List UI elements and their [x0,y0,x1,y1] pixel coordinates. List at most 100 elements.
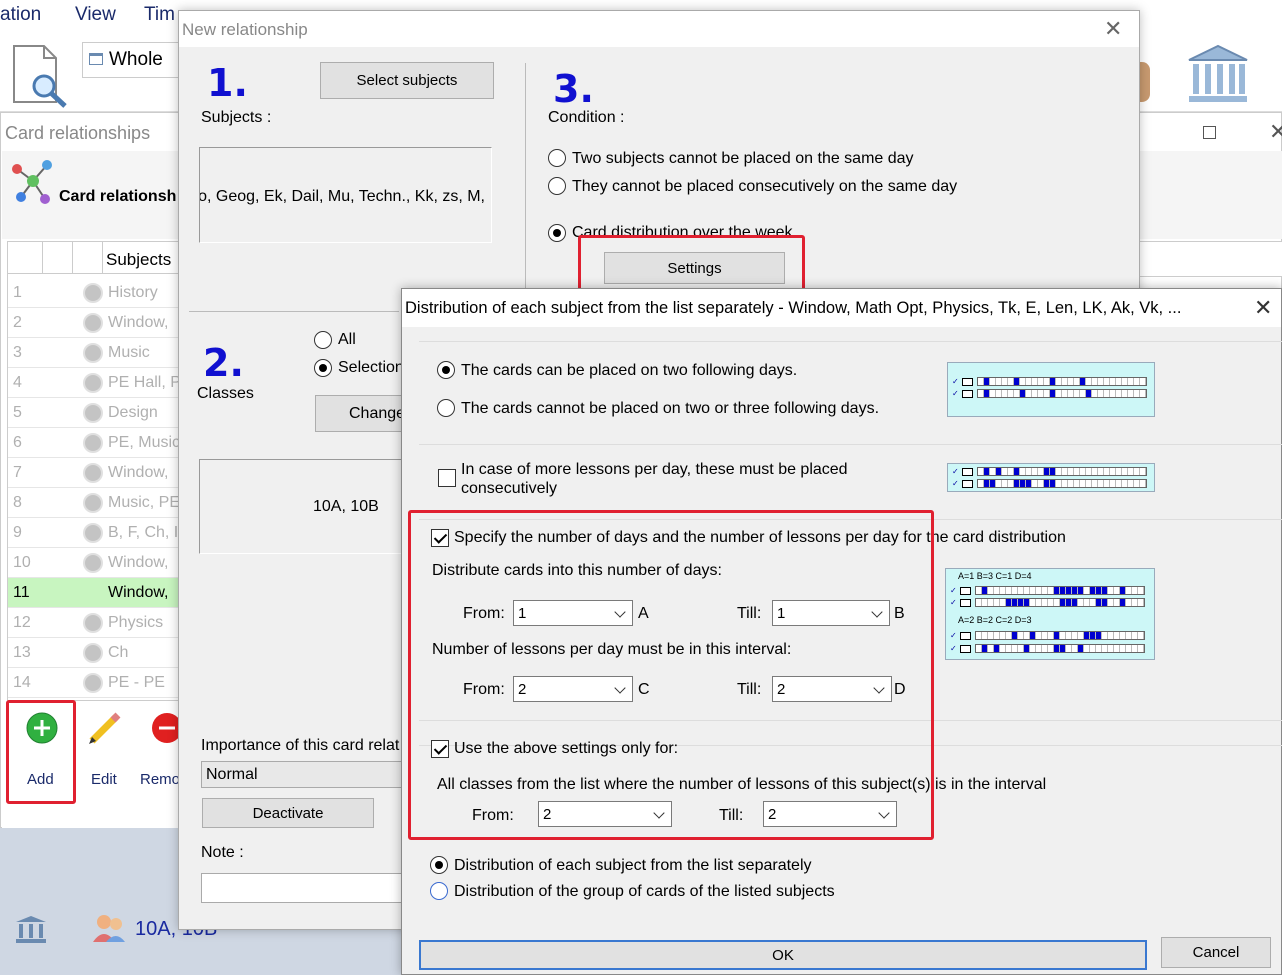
classes-from-value: 2 [543,805,552,823]
days-from-label: From: [463,605,505,622]
preview-consecutive: ✓ ✓ [947,463,1155,492]
row-subjects: PE, Music [108,434,179,451]
table-row[interactable]: 10 Window, [8,548,178,578]
row-subjects: Music [108,344,150,361]
close-icon[interactable]: ✕ [1269,119,1282,145]
preview-two-days: ✓ ✓ [947,362,1155,417]
step-2-number: 2. [203,341,244,385]
condition-same-day-radio[interactable] [548,149,566,167]
lessons-from-value: 2 [518,680,527,698]
cancel-button[interactable]: Cancel [1161,937,1271,968]
note-label: Note : [201,844,244,861]
menu-item-view[interactable]: View [75,4,116,26]
table-header: Subjects [8,242,178,274]
building-icon[interactable] [1185,42,1251,104]
classes-selection-radio[interactable] [314,359,332,377]
not-two-three-radio[interactable] [437,399,455,417]
lessons-from-select[interactable]: 2 [513,676,633,702]
menu-item[interactable]: ation [0,4,41,26]
inactive-icon [83,403,103,423]
dialog-title: New relationship [182,20,308,39]
days-from-select[interactable]: 1 [513,600,633,626]
deactivate-button[interactable]: Deactivate [202,798,374,828]
inactive-icon [83,553,103,573]
step-3-number: 3. [553,67,594,111]
condition-consecutive-radio[interactable] [548,177,566,195]
note-input[interactable] [201,873,411,903]
condition-consecutive-label: They cannot be placed consecutively on t… [572,178,958,195]
table-row[interactable]: 8 Music, PE [8,488,178,518]
table-row[interactable]: 7 Window, [8,458,178,488]
maximize-icon[interactable] [1203,126,1216,139]
importance-select[interactable]: Normal [201,761,411,788]
add-icon [26,712,58,744]
window-title: Card relationships [5,123,151,143]
condition-same-day-label: Two subjects cannot be placed on the sam… [572,150,914,167]
settings-button[interactable]: Settings [604,252,785,284]
condition-distribution-radio[interactable] [548,224,566,242]
preview-row: ✓ [950,586,1145,595]
row-number: 13 [13,644,31,661]
preview-row: ✓ [950,631,1145,640]
row-number: 3 [13,344,22,361]
not-two-three-label: The cards cannot be placed on two or thr… [461,400,880,417]
close-icon[interactable]: ✕ [1104,16,1122,42]
remove-button[interactable]: Remo [140,771,180,788]
two-days-label: The cards can be placed on two following… [461,362,798,379]
specify-checkbox[interactable] [431,529,449,547]
classes-till-select[interactable]: 2 [763,801,897,827]
table-row[interactable]: 12 Physics [8,608,178,638]
distribution-titlebar: Distribution of each subject from the li… [402,289,1281,327]
pencil-icon [89,712,121,744]
importance-label: Importance of this card relat [201,737,400,754]
dialog-titlebar: New relationship ✕ [179,11,1139,47]
edit-button[interactable]: Edit [91,771,117,788]
consecutive-checkbox[interactable] [438,469,456,487]
row-subjects: Window, [108,584,169,601]
add-button[interactable]: Add [27,771,54,788]
close-icon[interactable]: ✕ [1254,295,1272,321]
classes-label: Classes [197,385,254,402]
column-header-subjects[interactable]: Subjects [106,250,171,270]
table-row[interactable]: 14 PE - PE [8,668,178,698]
classes-from-select[interactable]: 2 [538,801,672,827]
inactive-icon [83,343,103,363]
subjects-value: o, Geog, Ek, Dail, Mu, Techn., Kk, zs, M… [199,188,485,205]
menu-item-timetable[interactable]: Tim [144,4,175,26]
table-row[interactable]: 13 Ch [8,638,178,668]
dist-separately-radio[interactable] [430,856,448,874]
inactive-icon [83,493,103,513]
table-row[interactable]: 4 PE Hall, P [8,368,178,398]
days-till-select[interactable]: 1 [772,600,890,626]
preview-row: ✓ [952,467,1147,476]
table-row[interactable]: 5 Design [8,398,178,428]
row-number: 4 [13,374,22,391]
lessons-till-value: 2 [777,680,786,698]
two-days-radio[interactable] [437,361,455,379]
ok-button[interactable]: OK [419,940,1147,970]
preview-row: ✓ [952,479,1147,488]
classes-all-label: All [338,331,356,348]
row-subjects: Window, [108,554,169,571]
days-from-value: 1 [518,604,527,622]
inactive-icon [83,673,103,693]
view-selector[interactable]: Whole [82,42,182,78]
table-row[interactable]: 3 Music [8,338,178,368]
dist-group-radio[interactable] [430,882,448,900]
select-subjects-button[interactable]: Select subjects [320,62,494,99]
table-row[interactable]: 6 PE, Music [8,428,179,458]
use-only-checkbox[interactable] [431,740,449,758]
days-till-value: 1 [777,604,786,622]
search-document-icon[interactable] [10,44,72,108]
table-row[interactable]: 9 B, F, Ch, I [8,518,178,548]
letter-a: A [638,605,649,622]
table-row[interactable]: 11 Window, [8,578,178,608]
table-row[interactable]: 2 Window, [8,308,178,338]
classes-all-radio[interactable] [314,331,332,349]
divider-vertical [525,63,526,303]
lessons-till-select[interactable]: 2 [772,676,892,702]
inactive-icon [83,313,103,333]
specify-label: Specify the number of days and the numbe… [454,529,1066,546]
table-row[interactable]: 1 History [8,278,178,308]
preview-row: ✓ [952,389,1147,398]
